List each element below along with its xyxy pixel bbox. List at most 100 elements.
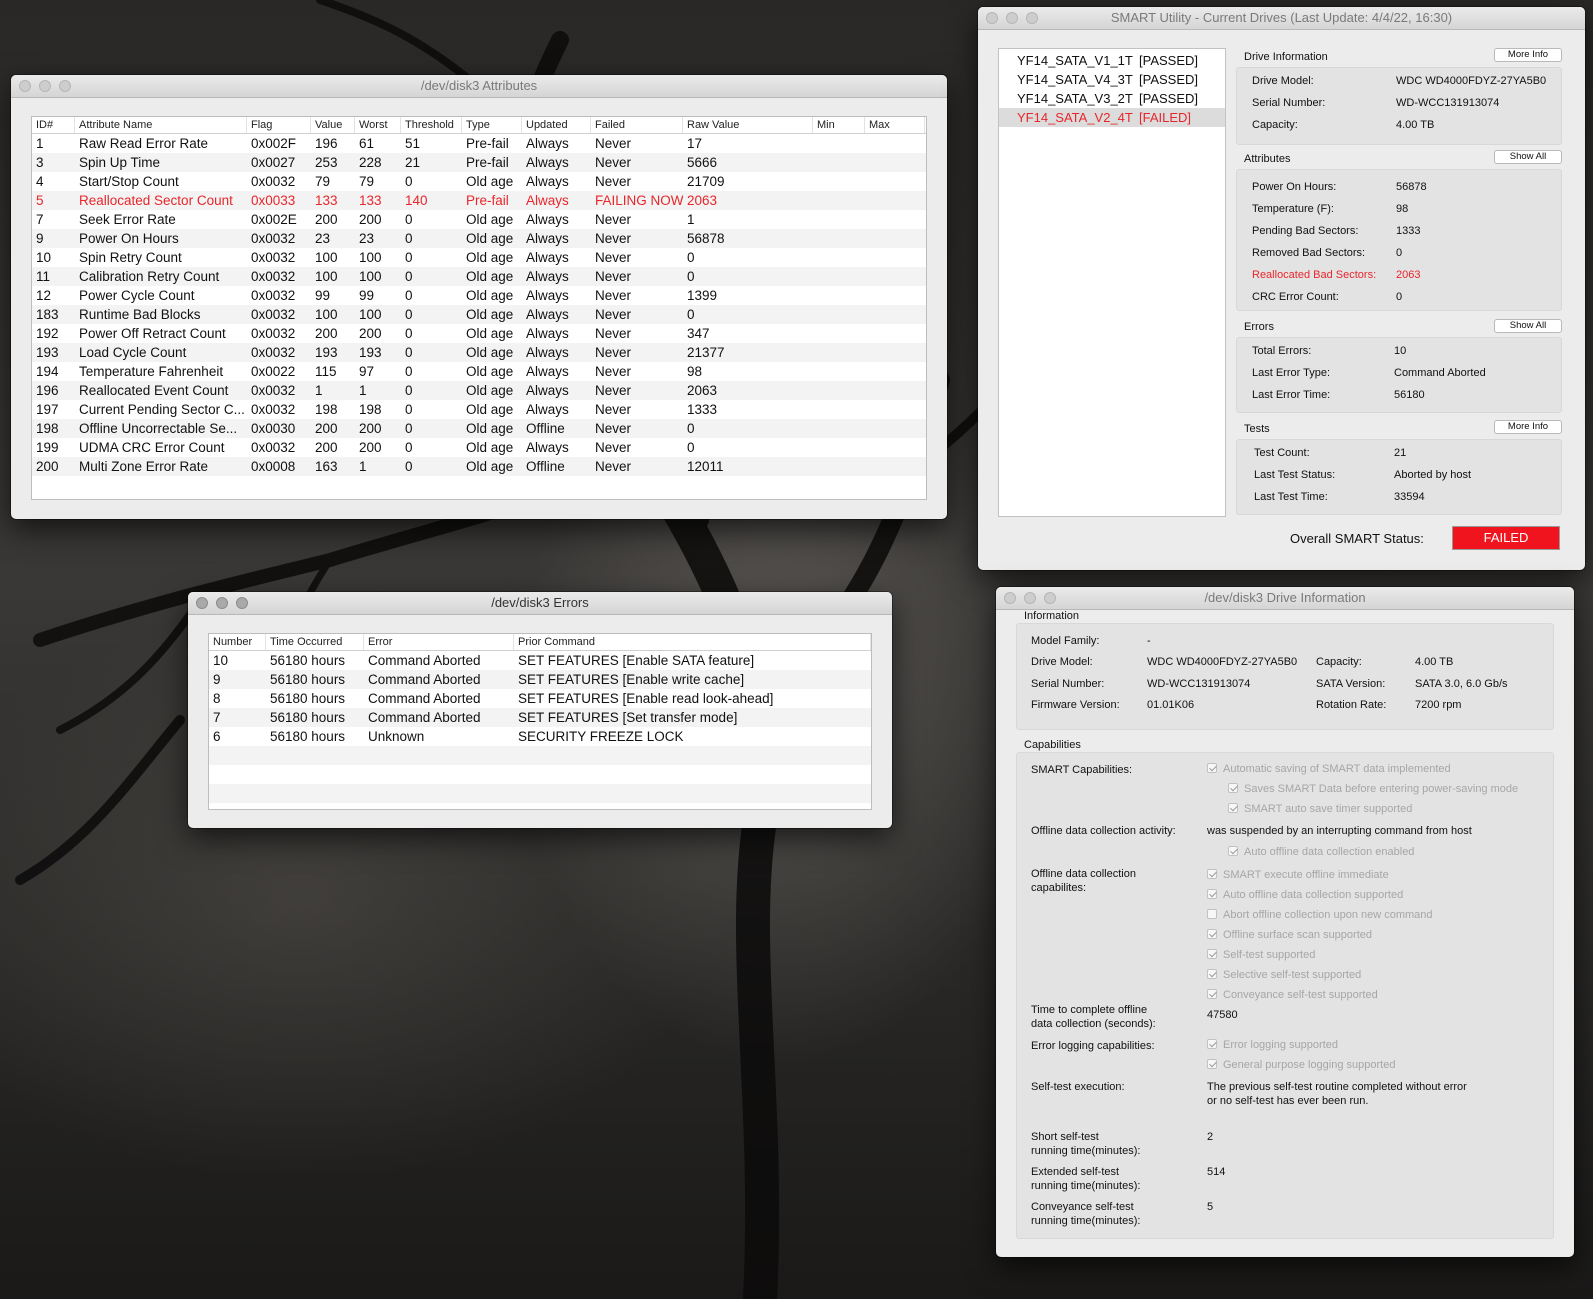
capability-checkbox[interactable]: Conveyance self-test supported: [1207, 989, 1378, 1001]
capability-checkbox[interactable]: Automatic saving of SMART data implement…: [1207, 763, 1451, 775]
column-header[interactable]: Prior Command: [514, 634, 871, 650]
errors-table[interactable]: Number Time Occurred Error Prior Command 10…: [208, 633, 872, 810]
table-cell: 10: [36, 250, 52, 265]
table-row[interactable]: 183 Runtime Bad Blocks 0x0032 100 100 0 Old ag…: [32, 305, 926, 324]
table-cell: [813, 305, 865, 324]
close-icon[interactable]: [196, 597, 208, 609]
table-row[interactable]: 198 Offline Uncorrectable Se... 0x0030 200 2…: [32, 419, 926, 438]
table-cell: 0x0032: [251, 269, 296, 284]
table-cell: SET FEATURES [Set transfer mode]: [518, 710, 738, 725]
table-row[interactable]: 196 Reallocated Event Count 0x0032 1 1 0 Old a…: [32, 381, 926, 400]
smart-titlebar[interactable]: SMART Utility - Current Drives (Last Upd…: [978, 7, 1585, 30]
close-icon[interactable]: [986, 12, 998, 24]
drive-info-more-button[interactable]: More Info: [1494, 48, 1562, 62]
table-row[interactable]: 10 Spin Retry Count 0x0032 100 100 0 Old age Al…: [32, 248, 926, 267]
drive-list-item[interactable]: YF14_SATA_V4_3T [PASSED]: [999, 70, 1225, 89]
table-row[interactable]: 7 56180 hours Command Aborted SET FEATURES …: [209, 708, 871, 727]
capability-checkbox[interactable]: Offline surface scan supported: [1207, 929, 1372, 941]
column-header[interactable]: Threshold: [401, 117, 462, 133]
table-row[interactable]: 12 Power Cycle Count 0x0032 99 99 0 Old age Alw…: [32, 286, 926, 305]
capability-checkbox[interactable]: Error logging supported: [1207, 1039, 1338, 1051]
column-header[interactable]: Raw Value: [683, 117, 813, 133]
table-row[interactable]: 4 Start/Stop Count 0x0032 79 79 0 Old age Alway…: [32, 172, 926, 191]
errors-titlebar[interactable]: /dev/disk3 Errors: [188, 592, 892, 615]
drive-list-item[interactable]: YF14_SATA_V2_4T [FAILED]: [999, 108, 1225, 127]
table-row[interactable]: 11 Calibration Retry Count 0x0032 100 100 0 Ol…: [32, 267, 926, 286]
drive-list-item[interactable]: YF14_SATA_V1_1T [PASSED]: [999, 51, 1225, 70]
sata-label: SATA Version:: [1316, 678, 1386, 690]
column-header[interactable]: Min: [813, 117, 865, 133]
close-icon[interactable]: [1004, 592, 1016, 604]
column-header[interactable]: ID#: [32, 117, 75, 133]
auto-offline-checkbox[interactable]: Auto offline data collection enabled: [1228, 846, 1414, 858]
table-cell: 200: [315, 326, 338, 341]
table-cell: Pre-fail: [466, 136, 509, 151]
table-row[interactable]: 9 Power On Hours 0x0032 23 23 0 Old age Always N…: [32, 229, 926, 248]
zoom-icon[interactable]: [1026, 12, 1038, 24]
table-row[interactable]: 1 Raw Read Error Rate 0x002F 196 61 51 Pre-fai…: [32, 134, 926, 153]
table-row[interactable]: 5 Reallocated Sector Count 0x0033 133 133 140…: [32, 191, 926, 210]
table-row[interactable]: 3 Spin Up Time 0x0027 253 228 21 Pre-fail Alway…: [32, 153, 926, 172]
attributes-table[interactable]: ID# Attribute Name Flag Value Worst Threshold…: [31, 116, 927, 500]
capability-checkbox[interactable]: General purpose logging supported: [1207, 1059, 1395, 1071]
minimize-icon[interactable]: [1024, 592, 1036, 604]
errors-show-all-button[interactable]: Show All: [1494, 319, 1562, 333]
capability-checkbox[interactable]: SMART auto save timer supported: [1228, 803, 1412, 815]
close-icon[interactable]: [19, 80, 31, 92]
table-cell: 198: [36, 421, 59, 436]
minimize-icon[interactable]: [216, 597, 228, 609]
table-cell: 21: [405, 155, 421, 170]
column-header[interactable]: Worst: [355, 117, 401, 133]
table-row[interactable]: 193 Load Cycle Count 0x0032 193 193 0 Old age A…: [32, 343, 926, 362]
attributes-show-all-button[interactable]: Show All: [1494, 150, 1562, 164]
table-row[interactable]: 9 56180 hours Command Aborted SET FEATURES …: [209, 670, 871, 689]
table-row[interactable]: 194 Temperature Fahrenheit 0x0022 115 97 0 Old…: [32, 362, 926, 381]
column-header[interactable]: Type: [462, 117, 522, 133]
checkbox-label: Abort offline collection upon new comman…: [1223, 909, 1433, 921]
table-row[interactable]: 10 56180 hours Command Aborted SET FEATURES…: [209, 651, 871, 670]
table-row[interactable]: 192 Power Off Retract Count 0x0032 200 200 0 O…: [32, 324, 926, 343]
table-row[interactable]: 7 Seek Error Rate 0x002E 200 200 0 Old age Alwa…: [32, 210, 926, 229]
column-header[interactable]: Flag: [247, 117, 311, 133]
column-header[interactable]: Failed: [591, 117, 683, 133]
table-cell: Always: [526, 174, 569, 189]
zoom-icon[interactable]: [1044, 592, 1056, 604]
table-body: 1 Raw Read Error Rate 0x002F 196 61 51 Pre-fai…: [32, 134, 926, 495]
column-header[interactable]: Value: [311, 117, 355, 133]
capability-checkbox[interactable]: Auto offline data collection supported: [1207, 889, 1403, 901]
capability-checkbox[interactable]: SMART execute offline immediate: [1207, 869, 1389, 881]
table-row[interactable]: 8 56180 hours Command Aborted SET FEATURES …: [209, 689, 871, 708]
column-header[interactable]: Max: [865, 117, 925, 133]
serial-value: WD-WCC131913074: [1396, 97, 1500, 109]
column-header[interactable]: Time Occurred: [266, 634, 364, 650]
capability-checkbox[interactable]: Self-test supported: [1207, 949, 1315, 961]
table-cell: 7: [36, 212, 44, 227]
column-header[interactable]: Updated: [522, 117, 591, 133]
table-row[interactable]: 197 Current Pending Sector C... 0x0032 198 1…: [32, 400, 926, 419]
table-cell: 100: [359, 269, 382, 284]
capability-checkbox[interactable]: Abort offline collection upon new comman…: [1207, 909, 1433, 921]
table-cell: Old age: [466, 174, 514, 189]
table-cell: Never: [595, 307, 632, 322]
column-header[interactable]: Number: [209, 634, 266, 650]
table-row[interactable]: 6 56180 hours Unknown SECURITY FREEZE LOCK: [209, 727, 871, 746]
minimize-icon[interactable]: [1006, 12, 1018, 24]
column-header[interactable]: Error: [364, 634, 514, 650]
table-row[interactable]: 199 UDMA CRC Error Count 0x0032 200 200 0 Old …: [32, 438, 926, 457]
attributes-titlebar[interactable]: /dev/disk3 Attributes: [11, 75, 947, 98]
table-row[interactable]: 200 Multi Zone Error Rate 0x0008 163 1 0 Old a…: [32, 457, 926, 476]
summary-value: 98: [1396, 203, 1409, 215]
driveinfo-titlebar[interactable]: /dev/disk3 Drive Information: [996, 587, 1574, 610]
drive-list-item[interactable]: YF14_SATA_V3_2T [PASSED]: [999, 89, 1225, 108]
minimize-icon[interactable]: [39, 80, 51, 92]
drive-list[interactable]: YF14_SATA_V1_1T [PASSED] YF14_SATA_V4_3T [P…: [998, 48, 1226, 517]
capability-checkbox[interactable]: Saves SMART Data before entering power-s…: [1228, 783, 1518, 795]
zoom-icon[interactable]: [59, 80, 71, 92]
column-header[interactable]: Attribute Name: [75, 117, 247, 133]
table-cell: 0x0022: [251, 364, 296, 379]
zoom-icon[interactable]: [236, 597, 248, 609]
tests-more-info-button[interactable]: More Info: [1494, 420, 1562, 434]
table-row-empty: [209, 746, 871, 765]
table-cell: 97: [359, 364, 375, 379]
capability-checkbox[interactable]: Selective self-test supported: [1207, 969, 1361, 981]
